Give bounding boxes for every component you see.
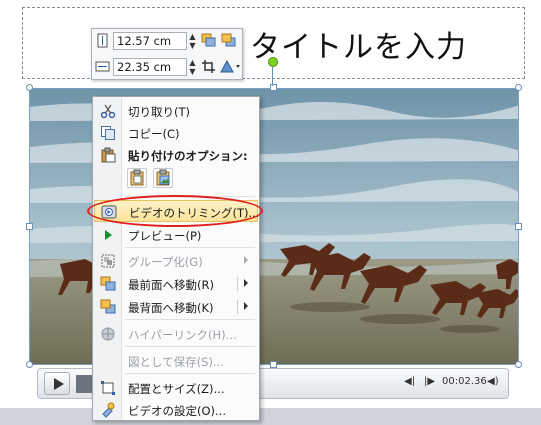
menu-item-bring-to-front[interactable]: 最前面へ移動(R) [94,273,258,295]
menu-item-label: ハイパーリンク(H)... [128,328,237,342]
menu-item-label: プレビュー(P) [128,229,202,243]
paste-keep-source-button[interactable] [127,168,147,188]
play-icon [105,230,112,240]
resize-handle-bottom-right[interactable] [515,361,522,368]
group-icon [101,254,115,268]
send-backward-icon[interactable] [221,33,236,48]
menu-item-label: 貼り付けのオプション: [128,149,248,163]
menu-item-cut[interactable]: 切り取り(T) [94,100,258,122]
resize-handle-top-left[interactable] [26,84,33,91]
height-icon [97,33,108,48]
split-divider [237,277,238,291]
crop-icon[interactable] [201,59,216,74]
resize-handle-left[interactable] [26,223,33,230]
size-position-icon [101,381,115,395]
rotation-handle-line [272,66,273,86]
mini-toolbar: 12.57 cm ▲ ▼ 22.35 cm ▲ ▼ [91,28,243,80]
menu-item-label: ビデオの設定(O)... [128,404,226,418]
menu-item-group[interactable]: グループ化(G) [94,250,258,272]
resize-handle-top-right[interactable] [515,84,522,91]
paste-options-header: 貼り付けのオプション: [94,144,258,166]
menu-separator [125,319,255,320]
play-button[interactable] [44,372,70,395]
menu-item-video-settings[interactable]: ビデオの設定(O)... [94,399,258,421]
rotation-handle[interactable] [268,57,278,67]
title-placeholder-text[interactable]: タイトルを入力 [250,22,467,66]
step-forward-icon[interactable]: |▶ [424,376,435,387]
paste-picture-icon [156,169,170,186]
height-spinner[interactable]: ▲ ▼ [187,32,198,50]
width-icon [95,61,110,72]
height-input[interactable]: 12.57 cm [113,32,187,50]
step-back-icon[interactable]: ◀| [404,376,415,387]
elapsed-time: 00:02.36 [442,376,487,387]
paste-options-row [94,167,258,193]
submenu-arrow-icon[interactable] [244,302,248,310]
menu-item-label: 最背面へ移動(K) [128,301,214,315]
bring-forward-icon[interactable] [201,33,216,48]
menu-separator [125,346,255,347]
menu-item-size-and-position[interactable]: 配置とサイズ(Z)... [94,377,258,399]
menu-item-label: コピー(C) [128,127,180,141]
menu-item-preview[interactable]: プレビュー(P) [94,224,258,246]
copy-icon [101,126,115,140]
submenu-arrow-icon[interactable] [244,279,248,287]
width-spinner[interactable]: ▲ ▼ [187,58,198,76]
menu-item-hyperlink[interactable]: ハイパーリンク(H)... [94,323,258,345]
menu-item-label: 図として保存(S)... [128,355,224,369]
context-menu: 切り取り(T) コピー(C) 貼り付けのオプション: ビデオのトリミング(T).… [92,96,260,421]
height-row: 12.57 cm ▲ ▼ [95,30,241,52]
annotation-highlight-oval [87,195,263,227]
width-input[interactable]: 22.35 cm [113,58,187,76]
submenu-arrow-icon [244,256,248,264]
menu-item-save-as-picture[interactable]: 図として保存(S)... [94,350,258,372]
paste-icon [101,147,116,163]
send-to-back-icon [100,299,116,314]
resize-handle-bottom-left[interactable] [26,361,33,368]
menu-item-label: 配置とサイズ(Z)... [128,382,225,396]
slide-area-background [0,408,541,425]
menu-separator [125,373,255,374]
scissors-icon [100,104,116,119]
menu-item-copy[interactable]: コピー(C) [94,122,258,144]
paste-as-picture-button[interactable] [153,168,173,188]
bring-to-front-icon [100,276,116,291]
align-icon[interactable] [219,59,241,74]
menu-item-label: 切り取り(T) [128,105,190,119]
menu-item-label: 最前面へ移動(R) [128,278,214,292]
menu-separator [125,247,255,248]
menu-item-send-to-back[interactable]: 最背面へ移動(K) [94,296,258,318]
resize-handle-bottom[interactable] [270,361,277,368]
menu-item-label: グループ化(G) [128,255,203,269]
width-row: 22.35 cm ▲ ▼ [95,56,241,78]
resize-handle-right[interactable] [515,223,522,230]
hyperlink-icon [101,327,115,341]
split-divider [237,300,238,314]
paste-clipboard-icon [130,169,144,186]
volume-icon[interactable]: ◀) [487,376,499,387]
video-settings-icon [102,402,115,418]
